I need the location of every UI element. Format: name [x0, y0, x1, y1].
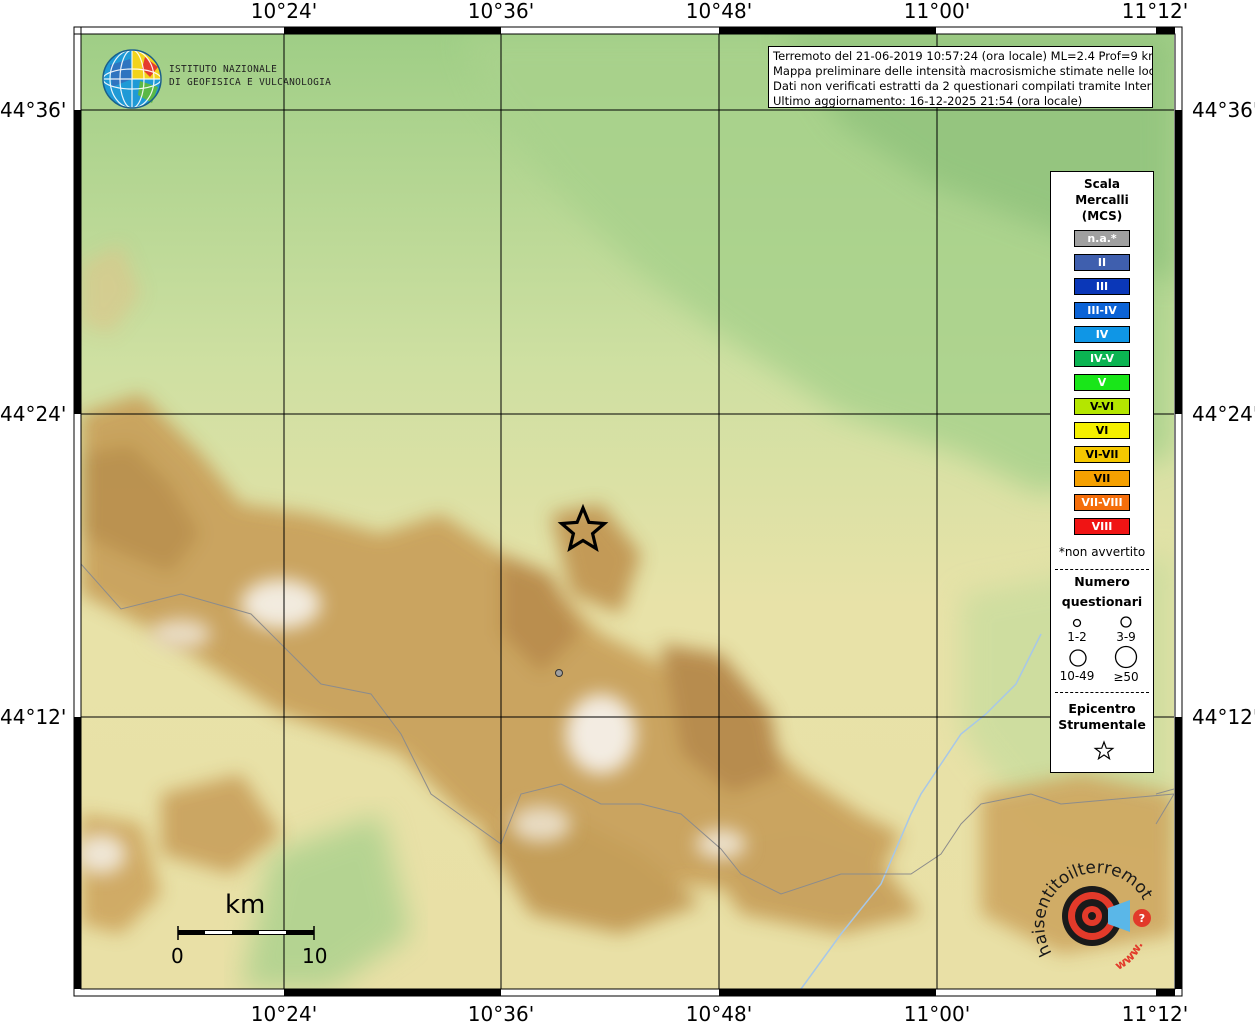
legend-separator-1 [1055, 569, 1149, 570]
legend-swatch: IV [1074, 326, 1130, 343]
haisentito-url: www. [1112, 939, 1145, 973]
tick-bottom-3: 10°48' [685, 1002, 753, 1026]
info-line-2: Mappa preliminare delle intensità macros… [773, 64, 1153, 78]
legend-swatch: n.a.* [1074, 230, 1130, 247]
logo-line-2: DI GEOFISICA E VULCANOLOGIA [169, 77, 332, 88]
haisentito-logo-text: haisentitoilterremoto.it www. [1030, 858, 1157, 973]
tick-left-1: 44°36' [0, 98, 67, 122]
scale-bar [177, 926, 315, 940]
scale-end: 10 [302, 944, 328, 968]
tick-top-5: 11°12' [1121, 0, 1189, 23]
info-line-3: Dati non verificati estratti da 2 questi… [773, 79, 1153, 93]
scale-unit: km [225, 890, 266, 920]
legend-swatch: III [1074, 278, 1130, 295]
tick-top-1: 10°24' [250, 0, 318, 23]
terrain-map[interactable] [81, 34, 1174, 989]
scale-start: 0 [171, 944, 184, 968]
circle-3-9 [1120, 616, 1132, 628]
globe-icon [102, 49, 162, 109]
q-label-3-9: 3-9 [1116, 630, 1136, 644]
questionnaire-title-2: questionari [1061, 594, 1143, 609]
ingv-logo: ISTITUTO NAZIONALE DI GEOFISICA E VULCAN… [100, 47, 331, 111]
q-label-10-49: 10-49 [1059, 669, 1095, 683]
haisentito-logo[interactable]: ? haisentitoilterremoto.it www. [1030, 858, 1170, 983]
tick-bottom-5: 11°12' [1121, 1002, 1189, 1026]
tick-bottom-1: 10°24' [250, 1002, 318, 1026]
legend-swatch: IV-V [1074, 350, 1130, 367]
legend-swatch: V [1074, 374, 1130, 391]
questionnaire-title-1: Numero [1074, 574, 1130, 589]
terrain-map-svg [81, 34, 1174, 989]
tick-top-3: 10°48' [685, 0, 753, 23]
tick-top-4: 11°00' [903, 0, 971, 23]
legend-title-3: (MCS) [1081, 209, 1123, 223]
logo-line-1: ISTITUTO NAZIONALE [169, 64, 278, 75]
circle-1-2 [1072, 618, 1082, 628]
tick-right-3: 44°12' [1192, 705, 1255, 729]
tick-right-1: 44°36' [1192, 98, 1255, 122]
tick-right-2: 44°24' [1192, 402, 1255, 426]
legend-separator-2 [1055, 692, 1149, 693]
mcs-legend: Scala Mercalli (MCS) n.a.* II III III-IV IV I… [1050, 171, 1154, 773]
info-line-4: Ultimo aggiornamento: 16-12-2025 21:54 (… [773, 94, 1083, 108]
legend-swatch: VII-VIII [1074, 494, 1130, 511]
epicenter-title-1: Epicentro [1068, 701, 1136, 716]
legend-swatch: VIII [1074, 518, 1130, 535]
locality-point[interactable] [555, 669, 563, 677]
tick-left-2: 44°24' [0, 402, 67, 426]
circle-10-49 [1069, 649, 1087, 667]
legend-title-2: Mercalli [1075, 193, 1129, 207]
tick-top-2: 10°36' [467, 0, 535, 23]
tick-bottom-2: 10°36' [467, 1002, 535, 1026]
legend-swatch: VI [1074, 422, 1130, 439]
q-label-1-2: 1-2 [1067, 630, 1087, 644]
tick-left-3: 44°12' [0, 705, 67, 729]
legend-swatch: III-IV [1074, 302, 1130, 319]
q-label-50: ≥50 [1113, 670, 1139, 684]
legend-title-1: Scala [1083, 177, 1121, 191]
info-line-1: Terremoto del 21-06-2019 10:57:24 (ora l… [773, 49, 1153, 63]
circle-50 [1114, 645, 1138, 669]
legend-note: *non avvertito [1058, 545, 1146, 559]
legend-swatch: II [1074, 254, 1130, 271]
legend-swatch: VII [1074, 470, 1130, 487]
event-info-box: Terremoto del 21-06-2019 10:57:24 (ora l… [768, 46, 1153, 108]
epicenter-legend-star-icon [1093, 740, 1115, 761]
legend-swatch: V-VI [1074, 398, 1130, 415]
legend-swatch: VI-VII [1074, 446, 1130, 463]
svg-text:www.: www. [1112, 939, 1145, 973]
epicenter-title-2: Strumentale [1058, 717, 1146, 732]
tick-bottom-4: 11°00' [903, 1002, 971, 1026]
